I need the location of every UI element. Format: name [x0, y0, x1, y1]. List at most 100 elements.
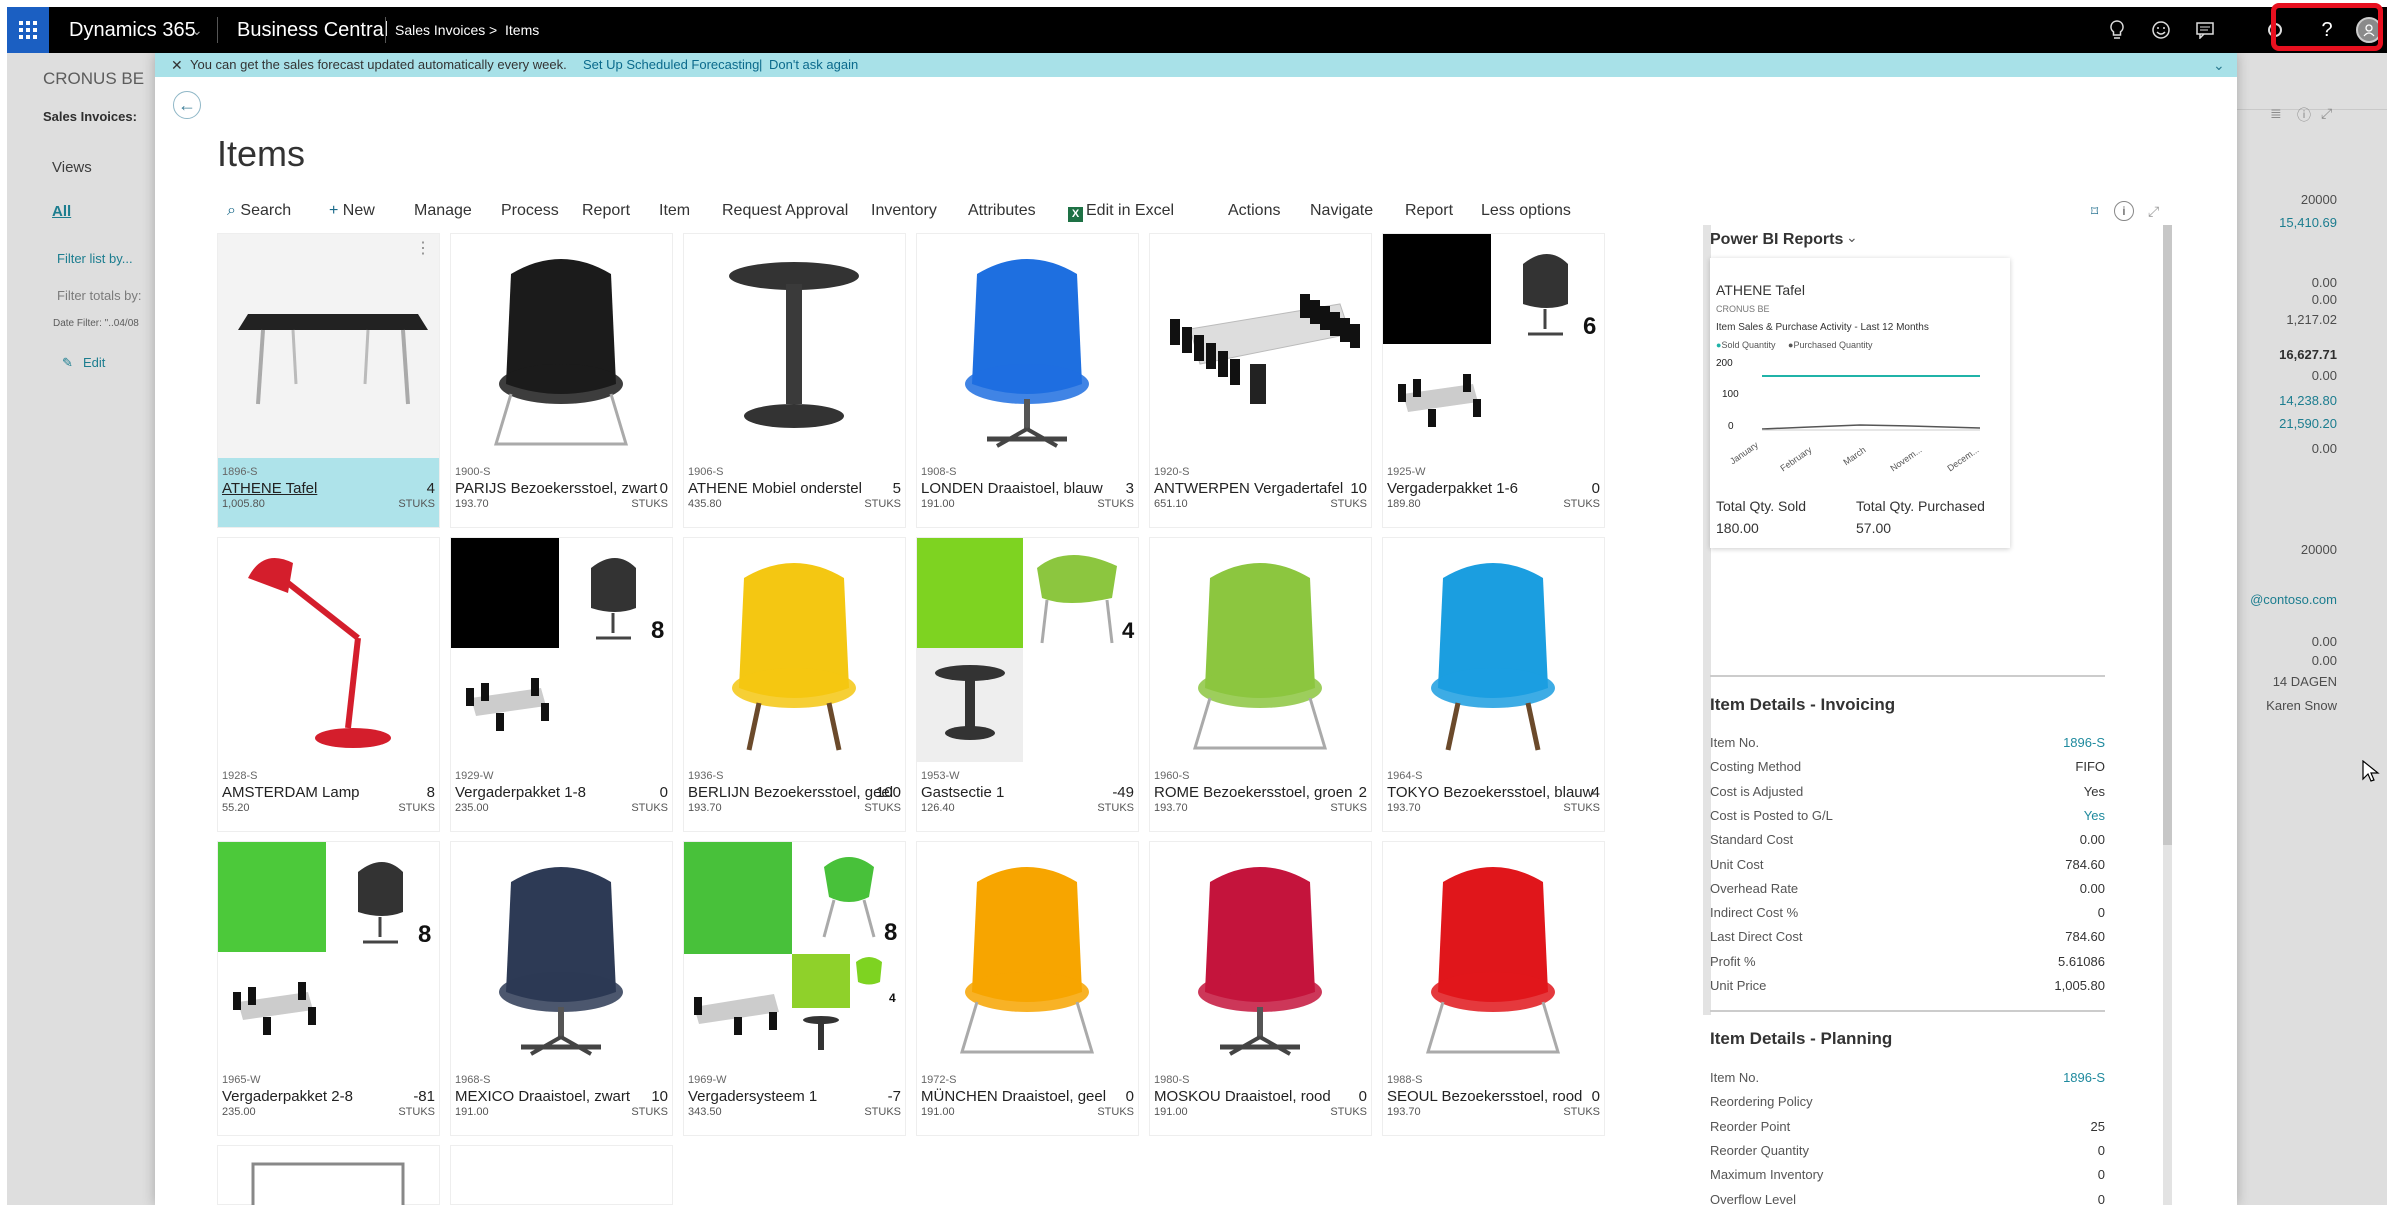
- item-tile[interactable]: 1920-S ANTWERPEN Vergadertafel 10 651.10 STU…: [1149, 233, 1372, 528]
- powerbi-card[interactable]: ATHENE Tafel CRONUS BE Item Sales & Purc…: [1710, 258, 2010, 548]
- fact-value[interactable]: 1896-S: [2063, 735, 2105, 750]
- item-image[interactable]: 8: [451, 538, 672, 762]
- item-inventory: -7: [887, 1088, 901, 1105]
- item-tile[interactable]: 1900-S PARIJS Bezoekersstoel, zwart 0 193.7…: [450, 233, 673, 528]
- item-tile[interactable]: 1936-S BERLIJN Bezoekersstoel, geel 100 193…: [683, 537, 906, 832]
- item-image[interactable]: [1150, 538, 1371, 762]
- item-description[interactable]: MÜNCHEN Draaistoel, geel: [921, 1088, 1106, 1105]
- item-description[interactable]: BERLIJN Bezoekersstoel, geel: [688, 784, 893, 801]
- item-tile[interactable]: 8 1929-W Vergaderpakket 1-8 0 235.00 STUKS: [450, 537, 673, 832]
- item-description[interactable]: TOKYO Bezoekersstoel, blauw: [1387, 784, 1593, 801]
- attributes-menu[interactable]: Attributes: [968, 193, 1036, 229]
- item-image[interactable]: [1150, 234, 1371, 458]
- item-description[interactable]: MOSKOU Draaistoel, rood: [1154, 1088, 1331, 1105]
- fact-value[interactable]: Yes: [2084, 808, 2105, 823]
- setup-forecasting-link[interactable]: Set Up Scheduled Forecasting: [583, 53, 759, 77]
- item-description[interactable]: SEOUL Bezoekersstoel, rood: [1387, 1088, 1582, 1105]
- breadcrumb-parent[interactable]: Sales Invoices: [395, 7, 485, 53]
- smiley-icon[interactable]: [2141, 7, 2181, 53]
- item-price: 193.70: [1154, 802, 1188, 814]
- item-image[interactable]: [917, 842, 1138, 1066]
- item-description[interactable]: ROME Bezoekersstoel, groen: [1154, 784, 1352, 801]
- inventory-menu[interactable]: Inventory: [871, 193, 937, 229]
- navigate-menu[interactable]: Navigate: [1310, 193, 1373, 229]
- item-description[interactable]: Vergaderpakket 1-6: [1387, 480, 1518, 497]
- report-menu[interactable]: Report: [582, 193, 630, 229]
- item-image[interactable]: [1383, 538, 1604, 762]
- less-options-button[interactable]: Less options: [1481, 193, 1571, 229]
- item-description[interactable]: AMSTERDAM Lamp: [222, 784, 360, 801]
- item-description[interactable]: Gastsectie 1: [921, 784, 1004, 801]
- item-image[interactable]: [451, 234, 672, 458]
- item-description[interactable]: Vergaderpakket 2-8: [222, 1088, 353, 1105]
- dont-ask-again-link[interactable]: Don't ask again: [769, 53, 858, 77]
- info-icon[interactable]: i: [2114, 201, 2134, 221]
- item-tile[interactable]: 1906-S ATHENE Mobiel onderstel 5 435.80 STUK…: [683, 233, 906, 528]
- fact-value[interactable]: 1896-S: [2063, 1070, 2105, 1085]
- new-button[interactable]: + New: [329, 193, 375, 229]
- item-image[interactable]: [917, 234, 1138, 458]
- report-menu-2[interactable]: Report: [1405, 193, 1453, 229]
- item-image[interactable]: [1383, 842, 1604, 1066]
- actions-menu[interactable]: Actions: [1228, 193, 1280, 229]
- app-launcher-icon[interactable]: [7, 7, 49, 53]
- item-image[interactable]: 8: [218, 842, 439, 1066]
- item-image[interactable]: [684, 234, 905, 458]
- item-image[interactable]: 6: [1383, 234, 1604, 458]
- item-description[interactable]: ATHENE Tafel: [222, 480, 317, 497]
- back-arrow-icon[interactable]: ←: [173, 91, 201, 119]
- process-menu[interactable]: Process: [501, 193, 559, 229]
- item-description[interactable]: Vergadersysteem 1: [688, 1088, 817, 1105]
- edit-in-excel-button[interactable]: X Edit in Excel: [1068, 193, 1174, 229]
- item-description[interactable]: Vergaderpakket 1-8: [455, 784, 586, 801]
- item-tile[interactable]: 1908-S LONDEN Draaistoel, blauw 3 191.00 STU…: [916, 233, 1139, 528]
- svg-text:8: 8: [651, 617, 664, 644]
- item-tile[interactable]: 1928-S AMSTERDAM Lamp 8 55.20 STUKS: [217, 537, 440, 832]
- item-image[interactable]: [1150, 842, 1371, 1066]
- item-description[interactable]: ANTWERPEN Vergadertafel: [1154, 480, 1343, 497]
- chat-icon[interactable]: [2185, 7, 2225, 53]
- powerbi-title[interactable]: Power BI Reports: [1710, 231, 1843, 249]
- item-tile[interactable]: [450, 1145, 673, 1205]
- item-menu[interactable]: Item: [659, 193, 690, 229]
- item-tile[interactable]: ⋮ 1896-S ATHENE Tafel 4 1,005.80 STUKS: [217, 233, 440, 528]
- item-image[interactable]: [684, 538, 905, 762]
- item-tile[interactable]: 4 1953-W Gastsectie 1 -49 126.40 STUKS: [916, 537, 1139, 832]
- chevron-down-icon[interactable]: ⌄: [1846, 229, 1858, 246]
- item-tile[interactable]: 1988-S SEOUL Bezoekersstoel, rood 0 193.70 S…: [1382, 841, 1605, 1136]
- lightbulb-icon[interactable]: [2097, 7, 2137, 53]
- item-tile[interactable]: 1968-S MEXICO Draaistoel, zwart 10 191.00 ST…: [450, 841, 673, 1136]
- item-description[interactable]: MEXICO Draaistoel, zwart: [455, 1088, 630, 1105]
- item-tile[interactable]: 6 1925-W Vergaderpakket 1-6 0 189.80 STUKS: [1382, 233, 1605, 528]
- item-tile[interactable]: 1964-S TOKYO Bezoekersstoel, blauw 4 193.70…: [1382, 537, 1605, 832]
- top-bar: Dynamics 365 ⌄ Business Central Sales In…: [7, 7, 2387, 53]
- item-tile[interactable]: 1972-S MÜNCHEN Draaistoel, geel 0 191.00 STU…: [916, 841, 1139, 1136]
- item-number: 1896-S: [222, 466, 258, 478]
- search-button[interactable]: ⌕ Search: [227, 193, 291, 229]
- item-image[interactable]: 4: [917, 538, 1138, 762]
- chevron-down-icon[interactable]: ⌄: [2213, 53, 2225, 77]
- request-approval-menu[interactable]: Request Approval: [722, 193, 848, 229]
- manage-menu[interactable]: Manage: [414, 193, 472, 229]
- app-name[interactable]: Dynamics 365: [69, 7, 196, 53]
- item-image[interactable]: [218, 234, 439, 458]
- item-tile[interactable]: 1980-S MOSKOU Draaistoel, rood 0 191.00 STUK…: [1149, 841, 1372, 1136]
- item-image[interactable]: [451, 842, 672, 1066]
- item-description[interactable]: ATHENE Mobiel onderstel: [688, 480, 862, 497]
- item-image[interactable]: 84: [684, 842, 905, 1066]
- item-tile[interactable]: 8 1965-W Vergaderpakket 2-8 -81 235.00 STUKS: [217, 841, 440, 1136]
- factbox-scrollbar[interactable]: [2163, 225, 2172, 1205]
- item-image[interactable]: [218, 538, 439, 762]
- more-options-icon[interactable]: ⋮: [415, 238, 431, 258]
- module-name[interactable]: Business Central: [237, 7, 388, 53]
- item-tile[interactable]: 1960-S ROME Bezoekersstoel, groen 2 193.70 S…: [1149, 537, 1372, 832]
- close-icon[interactable]: ✕: [171, 53, 183, 77]
- scrollbar-thumb[interactable]: [2163, 225, 2172, 845]
- item-tile[interactable]: 8 4 1969-W Vergadersysteem 1 -7 343.50 STUKS: [683, 841, 906, 1136]
- item-description[interactable]: PARIJS Bezoekersstoel, zwart: [455, 480, 657, 497]
- item-tile[interactable]: [217, 1145, 440, 1205]
- item-number: 1925-W: [1387, 466, 1426, 478]
- chevron-down-icon[interactable]: ⌄: [191, 7, 203, 53]
- item-description[interactable]: LONDEN Draaistoel, blauw: [921, 480, 1103, 497]
- item-price: 193.70: [455, 498, 489, 510]
